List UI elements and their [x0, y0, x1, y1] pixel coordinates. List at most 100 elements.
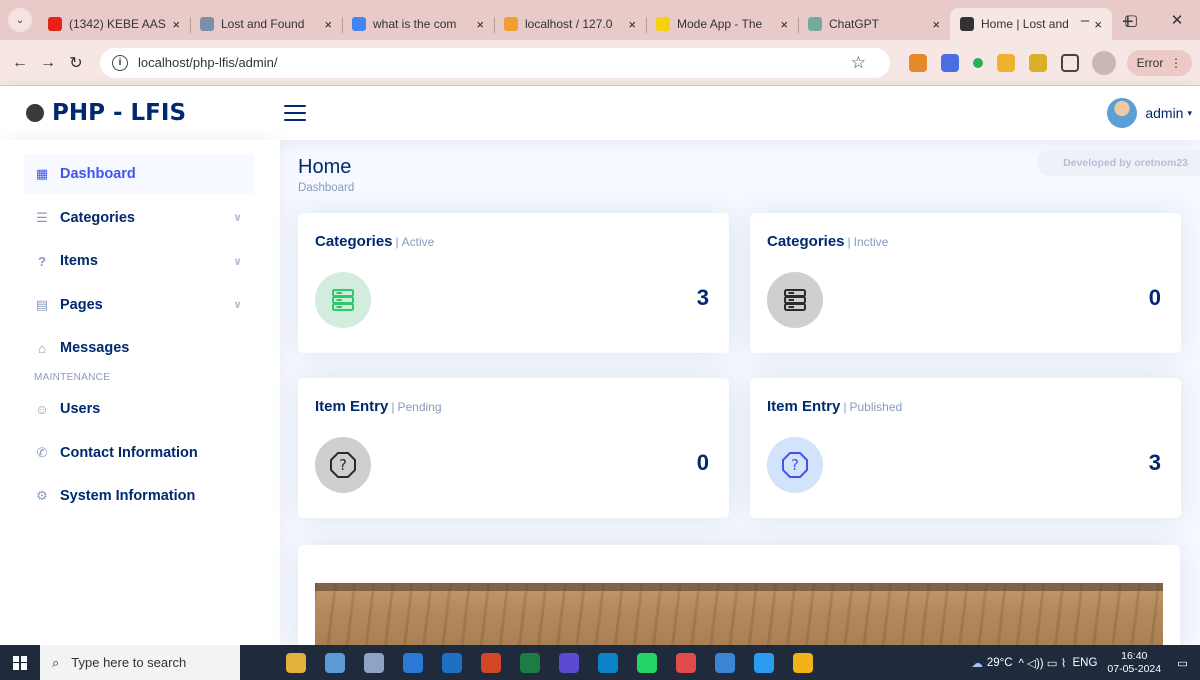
taskbar-app-icon[interactable]	[441, 652, 462, 673]
tab-close-icon[interactable]: ×	[780, 17, 788, 32]
taskbar-app-icon[interactable]	[285, 652, 306, 673]
card-title-text: Item Entry	[767, 398, 841, 415]
url-field[interactable]: i localhost/php-lfis/admin/ ☆	[100, 47, 890, 78]
tray-icons[interactable]: ^ ◁)) ▭ ⌇	[1019, 656, 1067, 670]
sidebar-item-dashboard[interactable]: ▦ Dashboard	[24, 154, 254, 194]
weather-cloud-icon[interactable]: ☁	[971, 656, 983, 670]
tab-title: (1342) KEBE AAS	[69, 17, 166, 31]
puzzle-extensions-icon[interactable]	[1061, 53, 1079, 72]
sidebar-nav: ▦ Dashboard ☰ Categories ∨? Items ∨ ▤ Pages ∨…	[24, 154, 254, 368]
browser-tab[interactable]: Mode App - The ×	[646, 8, 798, 40]
tab-close-icon[interactable]: ×	[476, 17, 484, 32]
tab-list: (1342) KEBE AAS × Lost and Found × what …	[38, 0, 1112, 40]
browser-tab[interactable]: what is the com ×	[342, 8, 494, 40]
sidebar-item-messages[interactable]: ⌂ Messages	[24, 328, 254, 368]
card-title: Item Entry | Published	[767, 398, 903, 415]
taskbar-app-icon[interactable]	[519, 652, 540, 673]
notification-icon[interactable]: ▭	[1177, 656, 1188, 670]
maximize-button[interactable]: ▢	[1108, 11, 1154, 29]
inbox-icon: ⌂	[38, 340, 46, 356]
card-subtitle: Published	[849, 400, 903, 414]
sidebar-item-system-information[interactable]: ⚙ System Information	[24, 476, 254, 516]
tab-title: Mode App - The	[677, 17, 763, 31]
green-dot-extension-icon[interactable]	[973, 57, 983, 68]
server-icon	[315, 272, 371, 328]
tab-close-icon[interactable]: ×	[324, 17, 332, 32]
browser-tab[interactable]: ChatGPT ×	[798, 8, 950, 40]
tab-close-icon[interactable]: ×	[172, 17, 180, 32]
card-title-text: Categories	[315, 233, 393, 250]
card-title: Item Entry | Pending	[315, 398, 442, 415]
taskbar-app-icon[interactable]	[558, 652, 579, 673]
clock-date: 07-05-2024	[1107, 662, 1162, 675]
extensions-area	[902, 53, 1086, 72]
taskbar-app-icon[interactable]	[402, 652, 423, 673]
taskbar-app-icon[interactable]	[675, 652, 696, 673]
sidebar-maintenance-nav: ☺ Users ✆ Contact Information ⚙ System Inf…	[24, 389, 254, 516]
taskbar-app-icon[interactable]	[480, 652, 501, 673]
developer-tag: Developed by oretnom23	[1037, 150, 1200, 176]
tab-favicon-icon	[48, 17, 62, 31]
card-count: 0	[1148, 285, 1161, 310]
question-octagon-icon: ?	[767, 437, 823, 493]
card-count: 3	[696, 285, 709, 310]
maintenance-heading: MAINTENANCE	[34, 372, 111, 383]
reload-icon[interactable]: ↻	[64, 53, 88, 73]
breadcrumb[interactable]: Dashboard	[298, 182, 354, 194]
taskbar-app-icon[interactable]	[636, 652, 657, 673]
language-indicator[interactable]: ENG	[1072, 657, 1097, 669]
taskbar-app-icon[interactable]	[792, 652, 813, 673]
close-window-button[interactable]: ✕	[1154, 11, 1200, 29]
sidebar-item-pages[interactable]: ▤ Pages ∨	[24, 285, 254, 325]
system-tray: ☁ 29°C ^ ◁)) ▭ ⌇ ENG 16:40 07-05-2024 ▭	[971, 650, 1200, 676]
chevron-down-icon: ∨	[233, 212, 242, 224]
profile-dropdown[interactable]: admin ▾	[1107, 98, 1192, 128]
tab-favicon-icon	[808, 17, 822, 31]
metamask-extension-icon[interactable]	[909, 53, 927, 72]
sidebar-item-categories[interactable]: ☰ Categories ∨	[24, 198, 254, 238]
sidebar-item-users[interactable]: ☺ Users	[24, 389, 254, 429]
taskbar-search-input[interactable]: ⌕ Type here to search	[40, 645, 240, 680]
tab-search-icon[interactable]: ⌄	[8, 8, 32, 32]
card-subtitle: Pending	[397, 400, 442, 414]
people-icon: ☺	[35, 401, 49, 417]
info-icon[interactable]: i	[112, 54, 128, 71]
stack-extension-icon[interactable]	[1029, 53, 1047, 72]
browser-tab[interactable]: (1342) KEBE AAS ×	[38, 8, 190, 40]
forward-arrow-icon[interactable]: →	[36, 54, 60, 72]
taskbar-app-icon[interactable]	[714, 652, 735, 673]
back-arrow-icon[interactable]: ←	[8, 54, 32, 72]
k-extension-icon[interactable]	[941, 53, 959, 72]
sidebar-item-items[interactable]: ? Items ∨	[24, 241, 254, 281]
bookmark-star-icon[interactable]: ☆	[851, 53, 866, 73]
error-button[interactable]: Error ⋮	[1126, 49, 1192, 76]
taskbar-app-icon[interactable]	[597, 652, 618, 673]
browser-tab[interactable]: Lost and Found ×	[190, 8, 342, 40]
bookmark-extension-icon[interactable]	[997, 53, 1015, 72]
card-title: Categories | Inctive	[767, 233, 889, 250]
clock[interactable]: 16:40 07-05-2024	[1107, 650, 1161, 676]
sidebar-item-contact-information[interactable]: ✆ Contact Information	[24, 433, 254, 473]
question-circle-icon: ?	[38, 253, 46, 269]
server-icon	[767, 272, 823, 328]
browser-tab[interactable]: localhost / 127.0 ×	[494, 8, 646, 40]
taskbar-search-placeholder: Type here to search	[71, 655, 187, 670]
tab-close-icon[interactable]: ×	[932, 17, 940, 32]
tab-title: what is the com	[373, 17, 457, 31]
taskbar-app-icon[interactable]	[753, 652, 774, 673]
gear-icon: ⚙	[36, 488, 48, 503]
taskbar-app-icon[interactable]	[363, 652, 384, 673]
address-bar-row: ← → ↻ i localhost/php-lfis/admin/ ☆ Erro…	[0, 40, 1200, 86]
hamburger-menu-icon[interactable]	[284, 105, 306, 121]
taskbar-app-icon[interactable]	[324, 652, 345, 673]
windows-start-icon[interactable]	[0, 655, 40, 670]
minimize-button[interactable]: –	[1062, 12, 1108, 29]
caret-down-icon: ▾	[1187, 107, 1192, 118]
profile-avatar-icon[interactable]	[1092, 50, 1116, 75]
tab-title: Lost and Found	[221, 17, 305, 31]
weather-temp[interactable]: 29°C	[987, 657, 1013, 669]
card-title-text: Item Entry	[315, 398, 389, 415]
brand-logo[interactable]: PHP - LFIS	[0, 100, 280, 126]
sidebar-item-label: System Information	[60, 488, 196, 504]
tab-close-icon[interactable]: ×	[628, 17, 636, 32]
